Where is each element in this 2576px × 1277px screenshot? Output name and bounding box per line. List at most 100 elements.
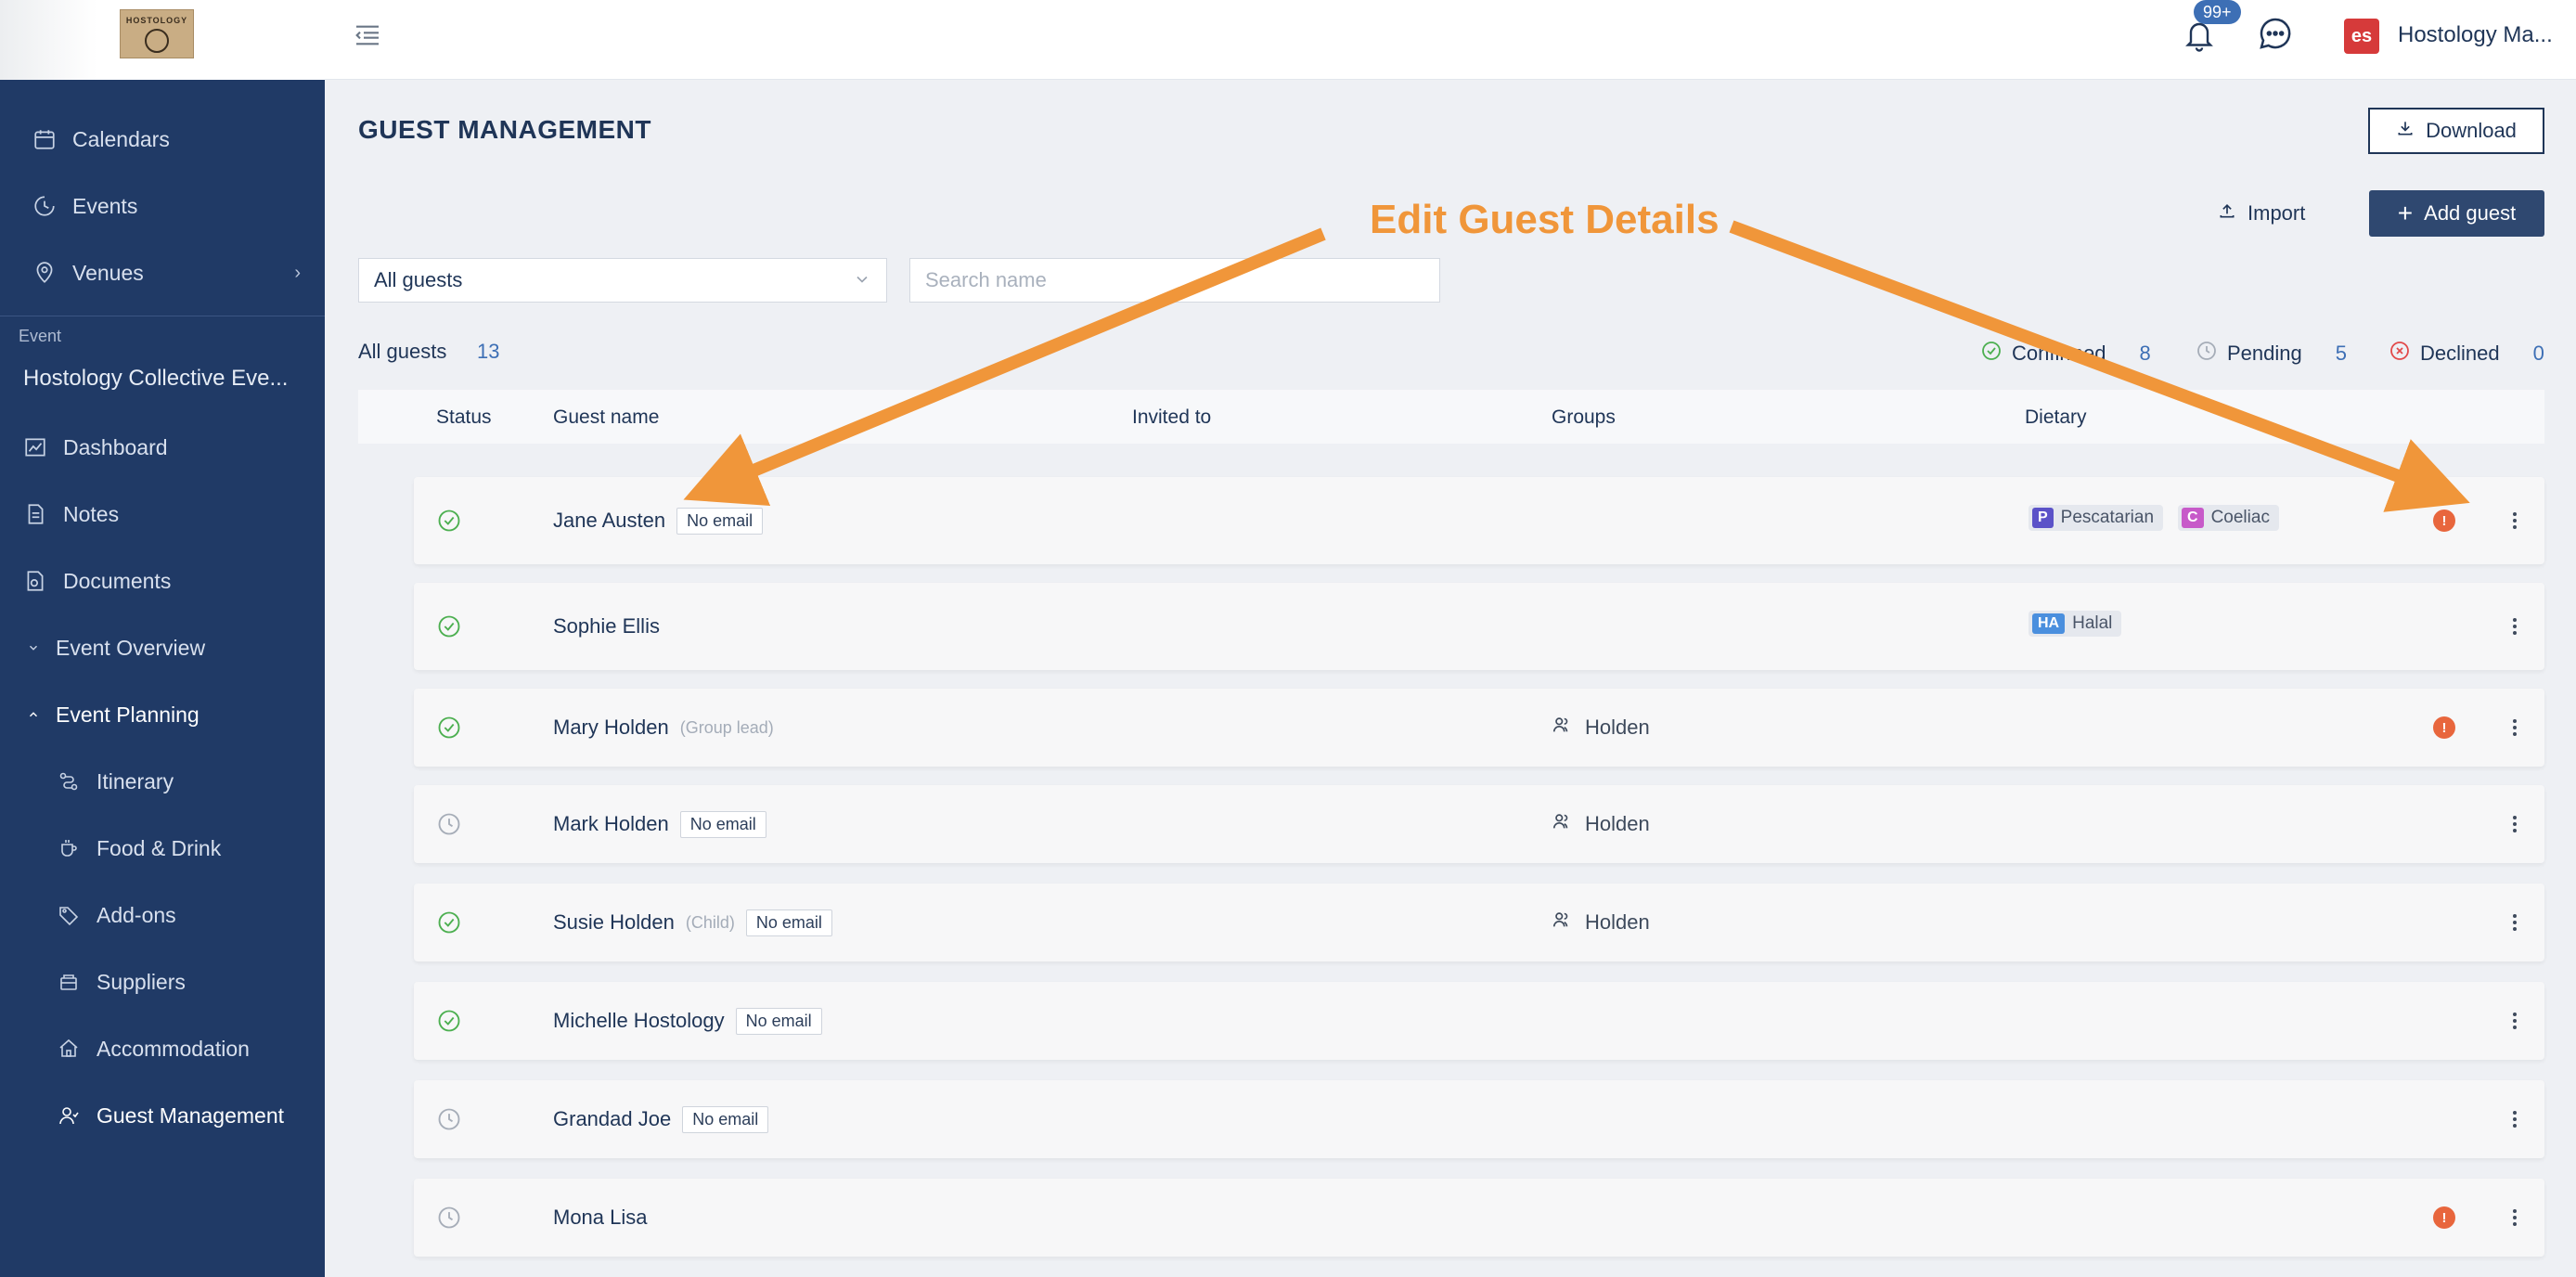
- sidebar-item-documents[interactable]: Documents: [0, 553, 325, 609]
- warning-icon[interactable]: !: [2433, 510, 2455, 532]
- sidebar-item-suppliers[interactable]: Suppliers: [0, 954, 325, 1010]
- warning-icon[interactable]: !: [2433, 1206, 2455, 1229]
- table-row[interactable]: Michelle Hostology No email: [414, 982, 2544, 1060]
- sidebar-item-label: Calendars: [72, 126, 170, 151]
- sidebar-item-venues[interactable]: Venues ›: [0, 245, 325, 301]
- pending-stat[interactable]: Pending 5: [2196, 340, 2347, 368]
- tag-icon: [56, 902, 82, 928]
- sidebar-item-label: Event Overview: [56, 635, 206, 660]
- calendar-icon: [32, 126, 58, 152]
- menu-collapse-icon[interactable]: [353, 20, 382, 50]
- dietary-chip: P Pescatarian: [2029, 505, 2164, 531]
- events-icon: [32, 193, 58, 219]
- guest-name[interactable]: Susie Holden: [553, 910, 675, 935]
- guest-name-cell: Michelle Hostology No email: [553, 1006, 822, 1036]
- guest-name[interactable]: Mark Holden: [553, 812, 669, 836]
- declined-stat[interactable]: Declined 0: [2389, 340, 2544, 368]
- column-header-dietary[interactable]: Dietary: [2025, 406, 2087, 429]
- chat-icon[interactable]: [2257, 15, 2294, 52]
- sidebar-item-label: Events: [72, 193, 138, 218]
- import-label: Import: [2248, 201, 2306, 225]
- guest-name-cell: Mark Holden No email: [553, 809, 766, 839]
- more-options-icon[interactable]: [2505, 714, 2524, 742]
- more-options-icon[interactable]: [2505, 1105, 2524, 1133]
- check-circle-icon: [436, 508, 462, 534]
- check-circle-icon: [436, 715, 462, 741]
- pending-label: Pending: [2227, 342, 2302, 365]
- group-name: Holden: [1585, 910, 1650, 934]
- guest-name-cell: Mary Holden (Group lead): [553, 713, 774, 742]
- import-button[interactable]: Import: [2218, 191, 2338, 236]
- group-icon: [1552, 715, 1572, 741]
- sidebar-item-food-drink[interactable]: Food & Drink: [0, 820, 325, 876]
- sidebar-event-name[interactable]: Hostology Collective Eve...: [23, 366, 288, 392]
- table-row[interactable]: Mona Lisa!: [414, 1179, 2544, 1257]
- top-bar: 99+ es Hostology Ma...: [325, 0, 2576, 80]
- more-options-icon[interactable]: [2505, 909, 2524, 936]
- guest-name[interactable]: Grandad Joe: [553, 1107, 671, 1131]
- confirmed-stat[interactable]: Confirmed 8: [1980, 340, 2151, 368]
- more-options-icon[interactable]: [2505, 1204, 2524, 1232]
- notification-badge: 99+: [2194, 0, 2241, 24]
- table-row[interactable]: Susie Holden (Child) No email Holden: [414, 884, 2544, 961]
- group-cell: Holden: [1552, 811, 1650, 837]
- check-circle-icon: [436, 613, 462, 639]
- sidebar-item-notes[interactable]: Notes: [0, 486, 325, 542]
- chevron-up-icon: [24, 702, 43, 728]
- table-row[interactable]: Jane Austen No email P Pescatarian C Coeliac!: [414, 477, 2544, 564]
- sidebar-item-accommodation[interactable]: Accommodation: [0, 1021, 325, 1077]
- plus-icon: +: [2397, 199, 2414, 227]
- sidebar-item-calendars[interactable]: Calendars: [0, 111, 325, 167]
- declined-label: Declined: [2420, 342, 2500, 365]
- guest-name[interactable]: Mona Lisa: [553, 1206, 648, 1230]
- no-email-tag: No email: [735, 1007, 822, 1035]
- column-header-invited-to[interactable]: Invited to: [1132, 406, 1211, 429]
- declined-count: 0: [2532, 342, 2544, 365]
- filter-selected-value: All guests: [374, 268, 463, 291]
- column-header-status[interactable]: Status: [436, 406, 492, 429]
- table-row[interactable]: Mary Holden (Group lead) Holden!: [414, 689, 2544, 767]
- sidebar-item-event-planning[interactable]: Event Planning: [0, 687, 325, 742]
- clock-icon: [436, 811, 462, 837]
- sidebar-item-label: Add-ons: [97, 902, 176, 927]
- chevron-down-icon: [853, 270, 871, 289]
- add-guest-button[interactable]: + Add guest: [2369, 190, 2544, 237]
- more-options-icon[interactable]: [2505, 507, 2524, 535]
- table-row[interactable]: Grandad Joe No email: [414, 1080, 2544, 1158]
- guest-filter-select[interactable]: All guests: [358, 258, 887, 303]
- sidebar-item-label: Itinerary: [97, 768, 174, 793]
- column-header-groups[interactable]: Groups: [1552, 406, 1616, 429]
- dietary-chip: C Coeliac: [2178, 505, 2279, 531]
- dietary-chip: HA Halal: [2029, 611, 2122, 637]
- warning-icon[interactable]: !: [2433, 716, 2455, 739]
- clock-icon: [2196, 340, 2218, 368]
- sidebar-item-itinerary[interactable]: Itinerary: [0, 754, 325, 809]
- download-button[interactable]: Download: [2368, 108, 2544, 154]
- dietary-abbr: C: [2182, 508, 2204, 528]
- user-name[interactable]: Hostology Ma...: [2398, 22, 2553, 48]
- sidebar-item-add-ons[interactable]: Add-ons: [0, 887, 325, 943]
- sidebar-item-label: Documents: [63, 568, 172, 593]
- more-options-icon[interactable]: [2505, 810, 2524, 838]
- sidebar-item-guest-management[interactable]: Guest Management: [0, 1088, 325, 1143]
- search-input[interactable]: [909, 258, 1440, 303]
- column-header-guest-name[interactable]: Guest name: [553, 406, 659, 429]
- table-row[interactable]: Sophie Ellis HA Halal: [414, 583, 2544, 670]
- sidebar-item-event-overview[interactable]: Event Overview: [0, 620, 325, 676]
- more-options-icon[interactable]: [2505, 1007, 2524, 1035]
- sidebar-item-label: Suppliers: [97, 969, 186, 994]
- download-icon: [2396, 119, 2415, 143]
- guest-name[interactable]: Michelle Hostology: [553, 1009, 725, 1033]
- location-pin-icon: [32, 260, 58, 286]
- sidebar-item-events[interactable]: Events: [0, 178, 325, 234]
- chevron-right-icon: ›: [294, 262, 301, 283]
- avatar[interactable]: es: [2344, 19, 2379, 54]
- guest-name[interactable]: Sophie Ellis: [553, 614, 660, 638]
- sidebar-item-label: Food & Drink: [97, 835, 222, 860]
- hostology-logo[interactable]: HOSTOLOGY: [120, 9, 194, 58]
- guest-name[interactable]: Jane Austen: [553, 509, 665, 533]
- sidebar-item-dashboard[interactable]: Dashboard: [0, 419, 325, 475]
- table-row[interactable]: Mark Holden No email Holden: [414, 785, 2544, 863]
- guest-name[interactable]: Mary Holden: [553, 716, 669, 740]
- more-options-icon[interactable]: [2505, 613, 2524, 640]
